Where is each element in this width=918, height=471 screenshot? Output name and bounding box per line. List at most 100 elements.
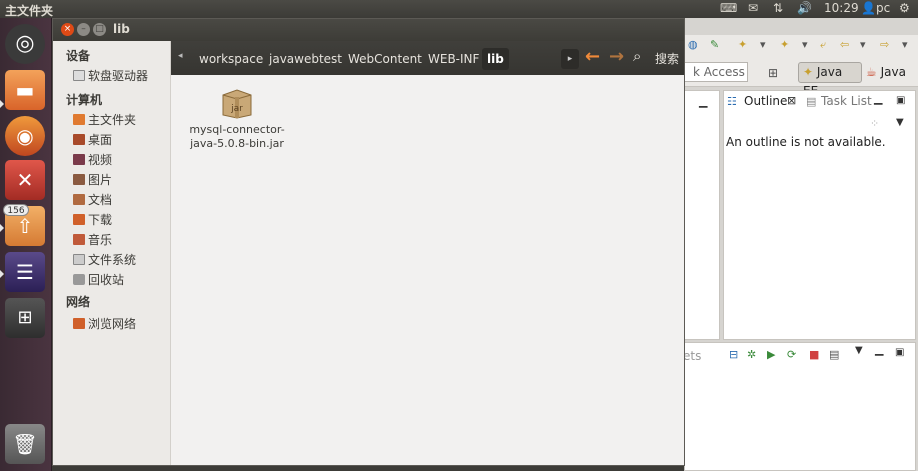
search-button[interactable]: 搜索 (655, 50, 679, 67)
sidebar-item-label: 视频 (88, 153, 113, 167)
maximize-window-button[interactable]: □ (93, 23, 106, 36)
mail-icon[interactable]: ✉ (748, 1, 758, 15)
perspective-java-ee[interactable]: ✦ Java EE (798, 62, 862, 98)
tab-outline[interactable]: Outline (744, 94, 787, 108)
clock[interactable]: 10:29 (824, 1, 859, 15)
breadcrumb-lib[interactable]: lib (482, 48, 509, 70)
chevron-down-icon[interactable]: ▾ (802, 38, 808, 51)
stop-icon[interactable]: ■ (809, 348, 819, 361)
back-arrow-icon[interactable]: ← (585, 46, 600, 67)
annotation-icon[interactable]: ✦ (738, 38, 747, 51)
workspace-grid-icon: ⊞ (17, 307, 33, 328)
outline-view: ☷ Outline ⊠ ▤ Task List ▁ ▣ ⁘ ▼ An outli… (723, 90, 916, 340)
music-folder-icon (73, 234, 85, 245)
volume-icon[interactable]: 🔊 (797, 1, 812, 15)
firefox-icon: ◉ (16, 124, 34, 148)
ubuntu-logo-icon: ◎ (15, 31, 35, 56)
breadcrumb-scroll-left-icon[interactable]: ◂ (178, 51, 183, 61)
debug-icon[interactable]: ✲ (747, 348, 756, 361)
chevron-down-icon[interactable]: ▾ (760, 38, 766, 51)
file-name: mysql-connector- java-5.0.8-bin.jar (185, 123, 289, 151)
chevron-down-icon[interactable]: ▼ (855, 345, 863, 356)
search-icon[interactable]: ⌕ (633, 47, 641, 65)
breadcrumb-workspace[interactable]: workspace (194, 48, 268, 70)
jar-archive-icon: jar (220, 87, 254, 119)
minimize-window-button[interactable]: – (77, 23, 90, 36)
file-manager-titlebar[interactable]: × – □ lib (53, 19, 684, 41)
collapse-icon[interactable]: ⊟ (729, 348, 738, 361)
perspective-java-label: Java (880, 65, 906, 79)
file-name-line: java-5.0.8-bin.jar (190, 137, 284, 150)
sidebar-item-trash[interactable]: 回收站 (73, 271, 124, 289)
maximize-icon[interactable]: ▣ (895, 347, 904, 358)
bottom-tab-label[interactable]: ets (683, 349, 701, 363)
sidebar-item-home[interactable]: 主文件夹 (73, 111, 136, 129)
chevron-down-icon[interactable]: ▾ (902, 38, 908, 51)
java-ee-icon: ✦ (803, 65, 814, 79)
breadcrumb-scroll-right-icon[interactable]: ▸ (561, 49, 579, 69)
launcher-files[interactable]: ▬ (5, 70, 45, 110)
launcher-eclipse[interactable]: ☰ (5, 252, 45, 292)
breadcrumb-web-inf[interactable]: WEB-INF (423, 48, 484, 70)
trash-icon: 🗑 (12, 432, 38, 456)
update-count-badge: 156 (3, 204, 29, 216)
back-arrow-icon[interactable]: ⇦ (840, 38, 849, 51)
user-icon[interactable]: 👤 (861, 1, 876, 15)
network-icon[interactable]: ⇅ (773, 1, 783, 15)
perspective-java[interactable]: ☕ Java (866, 62, 906, 83)
open-perspective-icon[interactable]: ⊞ (768, 66, 778, 80)
forward-arrow-icon[interactable]: → (609, 46, 624, 67)
launcher-workspace-switcher[interactable]: ⊞ (5, 298, 45, 338)
close-window-button[interactable]: × (61, 23, 74, 36)
sidebar-item-videos[interactable]: 视频 (73, 151, 112, 169)
sidebar-item-filesystem[interactable]: 文件系统 (73, 251, 136, 269)
file-view[interactable]: jar mysql-connector- java-5.0.8-bin.jar (171, 75, 684, 465)
next-annotation-icon[interactable]: ✦ (780, 38, 789, 51)
run-icon[interactable]: ▶ (767, 348, 775, 361)
minimize-icon[interactable]: ▁ (874, 92, 882, 105)
places-sidebar: 设备 软盘驱动器 计算机 主文件夹 桌面 视频 图片 文档 下载 音乐 文件系统 (53, 41, 171, 465)
chevron-down-icon[interactable]: ▾ (860, 38, 866, 51)
quick-access-input[interactable]: k Access (684, 62, 748, 82)
chevron-down-icon[interactable]: ▼ (896, 117, 904, 128)
running-indicator (0, 224, 4, 232)
publish-icon[interactable]: ▤ (829, 348, 839, 361)
sidebar-item-label: 文件系统 (88, 253, 137, 267)
launcher-settings[interactable]: ✕ (5, 160, 45, 200)
forward-arrow-icon[interactable]: ⇨ (880, 38, 889, 51)
sidebar-heading-devices: 设备 (66, 49, 91, 63)
minimize-icon[interactable]: ▁ (875, 343, 883, 356)
launcher-trash[interactable]: 🗑 (5, 424, 45, 464)
desktop-folder-icon (73, 134, 85, 145)
sidebar-item-documents[interactable]: 文档 (73, 191, 112, 209)
file-item[interactable]: jar mysql-connector- java-5.0.8-bin.jar (185, 83, 289, 151)
outline-empty-message: An outline is not available. (726, 135, 886, 149)
sidebar-item-browse-network[interactable]: 浏览网络 (73, 315, 136, 333)
link-icon[interactable]: ✎ (710, 38, 719, 51)
breadcrumb-webcontent[interactable]: WebContent (343, 48, 427, 70)
dash-button[interactable]: ◎ (5, 24, 45, 64)
launcher-firefox[interactable]: ◉ (5, 116, 45, 156)
user-name[interactable]: pc (876, 1, 890, 15)
profile-icon[interactable]: ⟳ (787, 348, 796, 361)
jar-icon-label: jar (231, 104, 243, 114)
close-icon[interactable]: ⊠ (787, 94, 796, 107)
sidebar-item-label: 主文件夹 (88, 113, 137, 127)
running-indicator (0, 270, 4, 278)
sidebar-item-music[interactable]: 音乐 (73, 231, 112, 249)
gear-icon[interactable]: ⚙ (899, 1, 910, 15)
sidebar-item-desktop[interactable]: 桌面 (73, 131, 112, 149)
file-name-line: mysql-connector- (189, 123, 285, 136)
tab-task-list[interactable]: Task List (821, 94, 872, 108)
last-edit-icon[interactable]: ⤶ (820, 38, 826, 52)
maximize-icon[interactable]: ▣ (896, 95, 905, 106)
sidebar-item-pictures[interactable]: 图片 (73, 171, 112, 189)
breadcrumb-javawebtest[interactable]: javawebtest (264, 48, 347, 70)
sidebar-item-floppy[interactable]: 软盘驱动器 (73, 67, 148, 85)
outline-icon: ☷ (727, 95, 737, 108)
globe-icon[interactable]: ◍ (688, 38, 698, 51)
minimize-icon[interactable]: ▁ (699, 95, 707, 108)
outline-toolbar-icon[interactable]: ⁘ (870, 117, 879, 130)
keyboard-icon[interactable]: ⌨ (720, 1, 737, 15)
sidebar-item-downloads[interactable]: 下载 (73, 211, 112, 229)
